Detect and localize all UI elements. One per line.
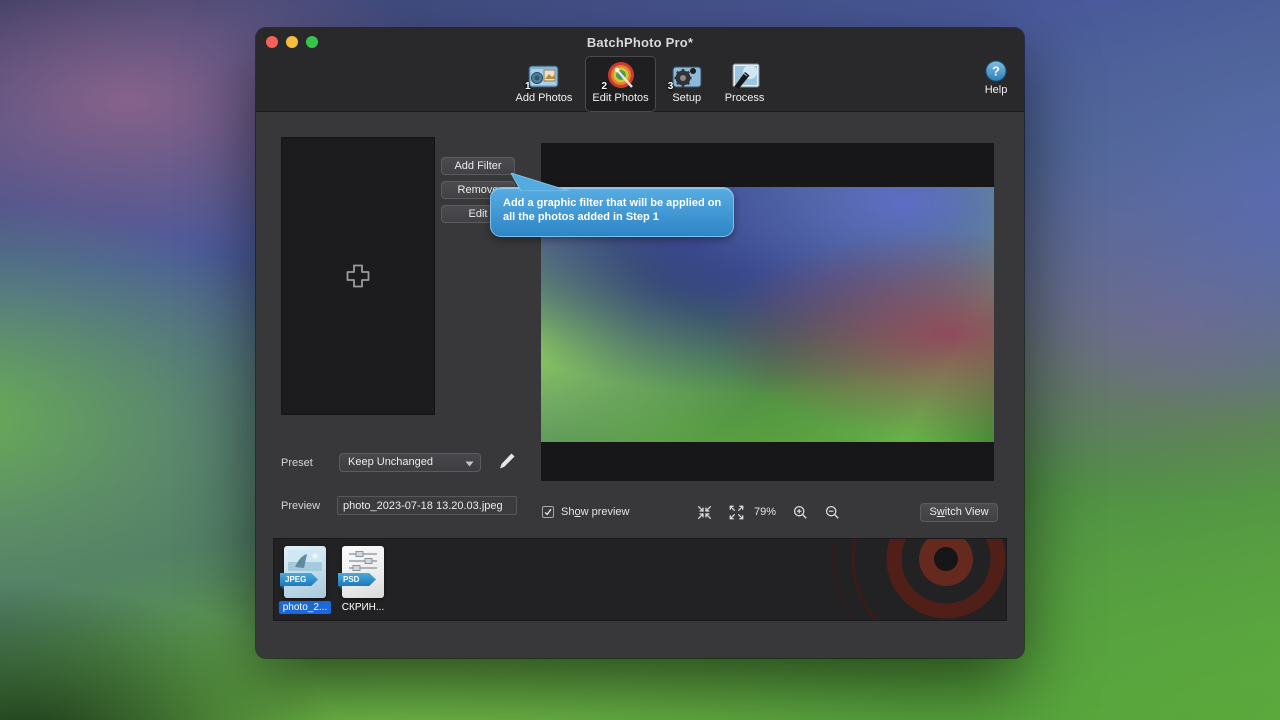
- help-button[interactable]: ? Help: [978, 59, 1014, 96]
- zoom-level: 79%: [754, 506, 776, 518]
- add-filter-tooltip: Add a graphic filter that will be applie…: [490, 187, 734, 237]
- preview-filename-input[interactable]: [337, 496, 517, 515]
- filmstrip-item-jpeg[interactable]: JPEG photo_2...: [276, 546, 334, 614]
- ribbon-fold: [280, 586, 284, 590]
- preset-value: Keep Unchanged: [348, 456, 433, 468]
- help-icon: ?: [978, 59, 1014, 83]
- desktop-background: { "window": { "title": "BatchPhoto Pro*"…: [0, 0, 1280, 720]
- pencil-icon: [498, 452, 516, 470]
- expand-arrows-icon: [729, 505, 744, 520]
- zoom-out-button[interactable]: [824, 505, 840, 521]
- filmstrip-item-name: СКРИН...: [338, 601, 388, 614]
- actual-size-button[interactable]: [728, 505, 744, 521]
- jpeg-file-icon: JPEG: [284, 546, 326, 598]
- psd-ribbon: PSD: [338, 573, 376, 586]
- main-toolbar: 1 Add Photos 2 Edit: [256, 56, 1024, 112]
- tooltip-pointer: [497, 173, 577, 191]
- add-plus-icon: [343, 261, 373, 291]
- bullseye-watermark: [794, 538, 1007, 621]
- psd-file-icon: PSD: [342, 546, 384, 598]
- jpeg-ribbon: JPEG: [280, 573, 318, 586]
- ribbon-fold: [338, 586, 342, 590]
- step-badge: 3: [668, 81, 674, 92]
- tab-edit-photos[interactable]: 2 Edit Photos: [585, 56, 655, 112]
- filter-list-panel[interactable]: [281, 137, 435, 415]
- psd-sliders-art: [346, 550, 380, 572]
- preview-label: Preview: [281, 500, 320, 512]
- filmstrip: JPEG photo_2...: [273, 538, 1007, 621]
- zoom-in-button[interactable]: [792, 505, 808, 521]
- step-badge: 1: [525, 81, 531, 92]
- tab-add-photos[interactable]: 1 Add Photos: [509, 56, 580, 112]
- process-icon: [727, 60, 763, 91]
- filmstrip-item-psd[interactable]: PSD СКРИН...: [334, 546, 392, 614]
- chevron-down-icon: [465, 461, 474, 467]
- svg-text:?: ?: [992, 64, 1000, 79]
- zoom-in-icon: [793, 505, 808, 520]
- jpeg-thumbnail-art: [288, 550, 322, 571]
- edit-preset-button[interactable]: [496, 452, 518, 472]
- tab-process[interactable]: Process: [718, 56, 772, 112]
- checkmark-icon: [543, 506, 553, 518]
- preset-label: Preset: [281, 457, 313, 469]
- setup-icon: 3: [669, 60, 705, 91]
- switch-view-button[interactable]: Switch View: [920, 503, 998, 522]
- filmstrip-item-name: photo_2...: [279, 601, 331, 614]
- tooltip-text-line2: all the photos added in Step 1: [503, 210, 725, 224]
- tab-setup[interactable]: 3 Setup: [662, 56, 712, 112]
- tooltip-text-line1: Add a graphic filter that will be applie…: [503, 196, 725, 210]
- title-bar[interactable]: BatchPhoto Pro*: [256, 28, 1024, 56]
- window-header: BatchPhoto Pro* 1 Add Photos: [256, 28, 1024, 112]
- add-photos-icon: 1: [526, 60, 562, 91]
- edit-photos-icon: 2: [603, 60, 639, 91]
- preset-dropdown[interactable]: Keep Unchanged: [339, 453, 481, 472]
- window-title: BatchPhoto Pro*: [256, 35, 1024, 50]
- show-preview-label: Show preview: [561, 506, 630, 518]
- show-preview-checkbox[interactable]: [542, 506, 554, 518]
- fit-to-window-button[interactable]: [696, 505, 712, 521]
- zoom-out-icon: [825, 505, 840, 520]
- collapse-arrows-icon: [697, 505, 712, 520]
- app-window: BatchPhoto Pro* 1 Add Photos: [256, 28, 1024, 658]
- step-badge: 2: [602, 81, 608, 92]
